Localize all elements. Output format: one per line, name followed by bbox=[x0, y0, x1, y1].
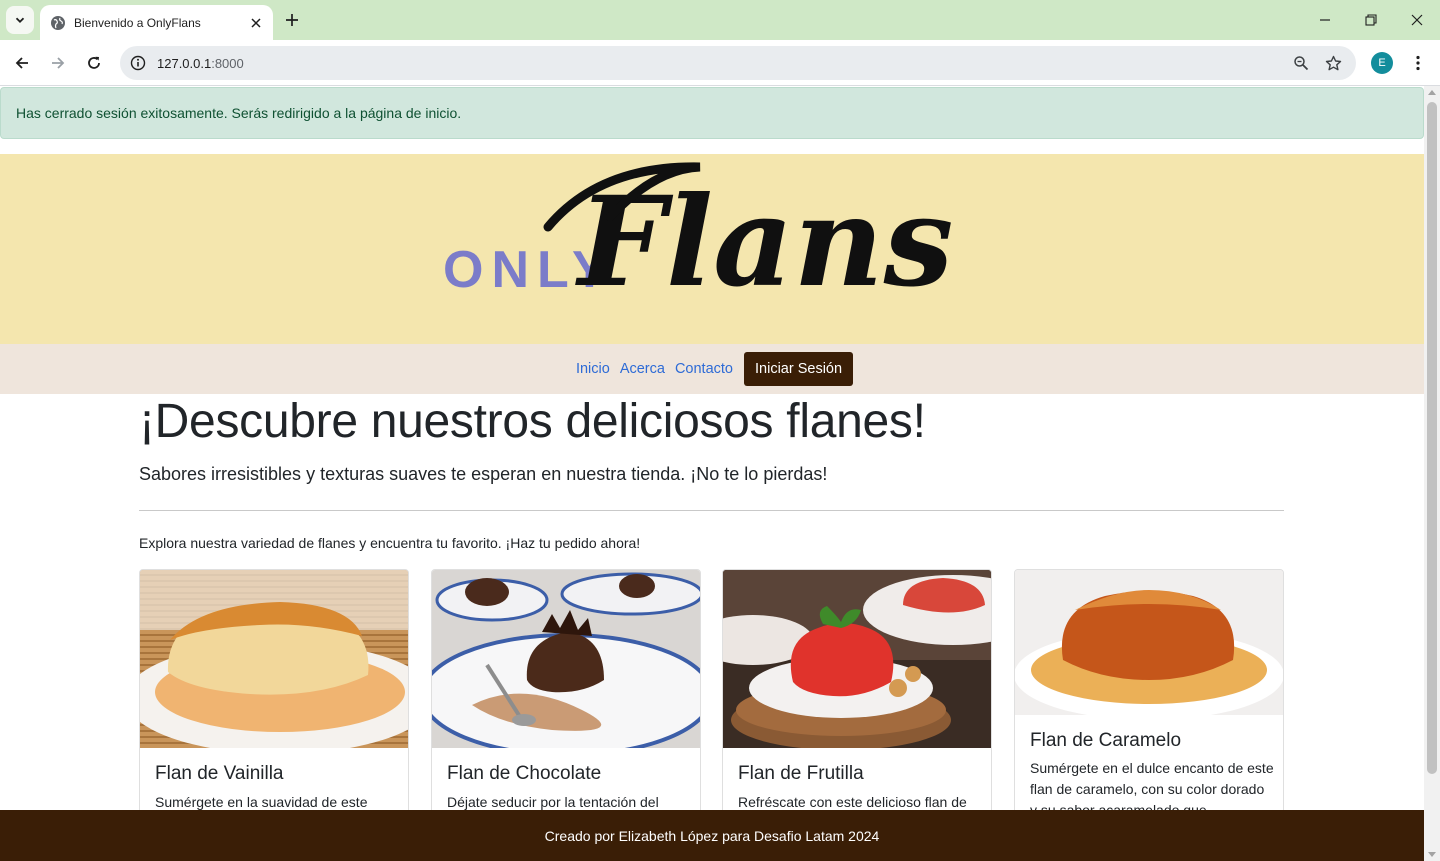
profile-avatar[interactable]: E bbox=[1371, 52, 1393, 74]
hero-intro: Explora nuestra variedad de flanes y enc… bbox=[139, 535, 641, 551]
main-navbar: Inicio Acerca Contacto Iniciar Sesión bbox=[0, 344, 1424, 394]
alert-message: Has cerrado sesión exitosamente. Serás r… bbox=[16, 105, 462, 121]
restore-button[interactable] bbox=[1359, 8, 1383, 32]
scroll-up-arrow-icon[interactable] bbox=[1428, 90, 1436, 95]
zoom-icon bbox=[1294, 56, 1309, 71]
card-title: Flan de Vainilla bbox=[155, 763, 284, 784]
reload-icon bbox=[88, 56, 100, 69]
url-host: 127.0.0.1 bbox=[157, 55, 212, 71]
close-icon bbox=[251, 17, 261, 28]
flan-chocolate-image bbox=[432, 570, 700, 748]
arrow-left-icon bbox=[15, 57, 28, 69]
nav-link-contacto[interactable]: Contacto bbox=[675, 361, 733, 377]
flan-caramelo-image bbox=[1015, 570, 1283, 715]
kebab-menu-icon bbox=[1416, 55, 1420, 71]
onlyflans-logo: ONLY Flans bbox=[443, 162, 953, 315]
browser-menu-button[interactable] bbox=[1406, 49, 1430, 77]
site-footer: Creado por Elizabeth López para Desafio … bbox=[0, 810, 1424, 861]
site-header-banner: ONLY Flans bbox=[0, 154, 1424, 344]
globe-icon bbox=[51, 15, 65, 30]
browser-tab-active[interactable]: Bienvenido a OnlyFlans bbox=[40, 5, 273, 40]
url-text: 127.0.0.1:8000 bbox=[157, 56, 1282, 71]
address-bar[interactable]: 127.0.0.1:8000 bbox=[120, 46, 1356, 80]
star-icon bbox=[1325, 55, 1341, 70]
footer-credit: Creado por Elizabeth López para Desafio … bbox=[544, 827, 880, 844]
site-info-button[interactable] bbox=[129, 54, 147, 72]
url-port: :8000 bbox=[211, 55, 244, 71]
browser-toolbar: 127.0.0.1:8000 E bbox=[0, 40, 1440, 86]
scroll-down-arrow-icon[interactable] bbox=[1428, 852, 1436, 857]
new-tab-button[interactable] bbox=[280, 8, 304, 32]
tab-title: Bienvenido a OnlyFlans bbox=[74, 15, 201, 30]
minimize-button[interactable] bbox=[1313, 8, 1337, 32]
chevron-down-icon bbox=[15, 17, 25, 23]
bookmark-button[interactable] bbox=[1320, 50, 1346, 76]
page-scrollbar[interactable] bbox=[1424, 86, 1440, 861]
arrow-right-icon bbox=[52, 57, 65, 69]
tab-search-button[interactable] bbox=[6, 6, 34, 34]
card-title: Flan de Caramelo bbox=[1030, 730, 1182, 751]
zoom-button[interactable] bbox=[1288, 50, 1314, 76]
hero-lead: Sabores irresistibles y texturas suaves … bbox=[139, 464, 828, 484]
tab-close-button[interactable] bbox=[247, 14, 265, 32]
hero-title: ¡Descubre nuestros deliciosos flanes! bbox=[139, 395, 926, 448]
reload-button[interactable] bbox=[80, 49, 108, 77]
nav-link-inicio[interactable]: Inicio bbox=[576, 361, 610, 377]
restore-icon bbox=[1365, 14, 1377, 26]
nav-link-acerca[interactable]: Acerca bbox=[620, 361, 665, 377]
back-button[interactable] bbox=[8, 49, 36, 77]
browser-tabstrip: Bienvenido a OnlyFlans bbox=[0, 0, 1440, 40]
close-window-button[interactable] bbox=[1405, 8, 1429, 32]
logout-success-alert: Has cerrado sesión exitosamente. Serás r… bbox=[0, 87, 1424, 139]
flan-vainilla-image bbox=[140, 570, 408, 748]
forward-button[interactable] bbox=[44, 49, 72, 77]
close-icon bbox=[1411, 14, 1423, 26]
scroll-thumb[interactable] bbox=[1427, 102, 1437, 774]
hero-divider bbox=[139, 510, 1284, 511]
flan-frutilla-image bbox=[723, 570, 991, 748]
minimize-icon bbox=[1320, 19, 1330, 21]
info-icon bbox=[130, 55, 146, 71]
card-title: Flan de Frutilla bbox=[738, 763, 864, 784]
card-title: Flan de Chocolate bbox=[447, 763, 602, 784]
plus-icon bbox=[286, 14, 298, 26]
login-button[interactable]: Iniciar Sesión bbox=[744, 352, 854, 386]
page-viewport: Has cerrado sesión exitosamente. Serás r… bbox=[0, 86, 1424, 861]
